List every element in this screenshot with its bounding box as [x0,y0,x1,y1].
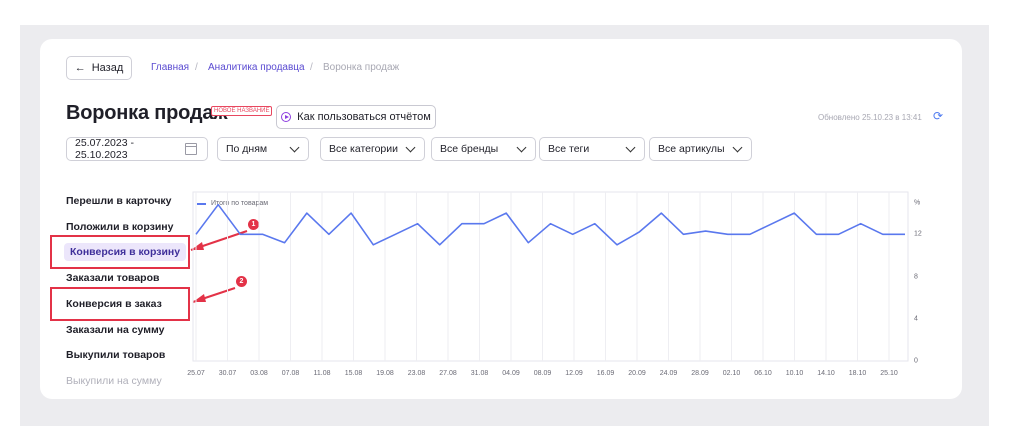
x-tick-label: 07.08 [281,370,300,377]
x-tick-label: 19.08 [376,370,394,377]
x-tick-label: 27.08 [439,370,457,377]
report-card: ← Назад Главная / Аналитика продавца / В… [40,39,962,399]
x-tick-label: 20.09 [628,370,646,377]
y-tick-label: 0 [914,357,918,365]
x-tick-label: 18.10 [848,370,867,377]
x-tick-label: 02.10 [722,370,741,377]
x-tick-label: 04.09 [502,370,520,377]
y-tick-label: % [914,199,921,207]
x-tick-label: 28.09 [691,370,709,377]
x-tick-label: 03.08 [250,370,268,377]
series-line [195,203,905,246]
y-tick-label: 12 [914,230,922,238]
x-tick-label: 25.07 [187,370,205,377]
x-tick-label: 06.10 [754,370,772,377]
x-tick-label: 11.08 [313,370,331,377]
x-tick-label: 31.08 [470,370,489,377]
x-tick-label: 24.09 [659,370,678,377]
y-tick-label: 4 [914,315,918,323]
x-tick-label: 25.10 [880,370,898,377]
y-tick-label: 8 [914,273,918,280]
line-chart [192,191,909,362]
x-tick-label: 15.08 [344,370,363,377]
chart-frame [192,191,909,362]
x-tick-label: 12.09 [565,370,583,377]
x-tick-label: 23.08 [407,370,426,377]
x-tick-label: 10.10 [785,370,804,377]
x-tick-label: 30.07 [218,370,237,377]
x-tick-label: 14.10 [817,370,835,377]
x-tick-label: 08.09 [533,370,552,377]
x-tick-label: 16.09 [596,370,615,377]
